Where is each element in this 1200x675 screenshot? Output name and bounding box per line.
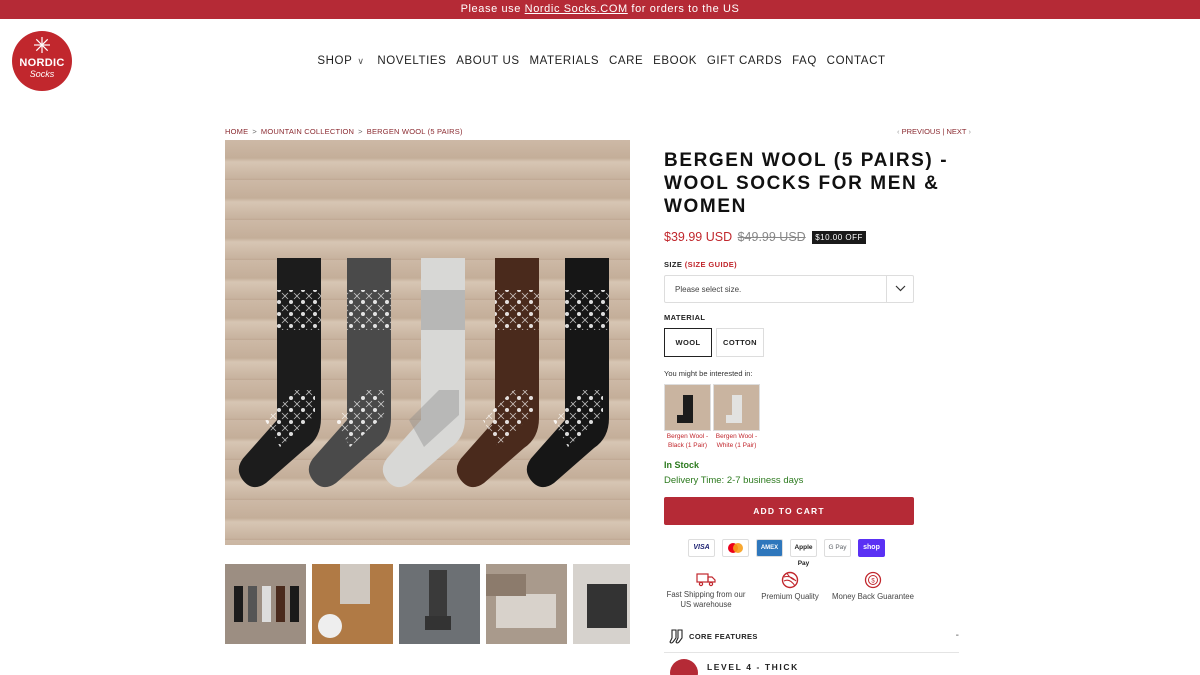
chevron-left-icon: ‹ — [897, 127, 900, 136]
thickness-level-label: LEVEL 4 - THICK — [707, 662, 799, 672]
svg-text:$: $ — [871, 579, 875, 585]
nav-item-materials[interactable]: MATERIALS — [529, 55, 599, 67]
yarn-ball-icon — [781, 571, 799, 589]
feature-fast-shipping: Fast Shipping from our US warehouse — [661, 571, 751, 610]
stock-status: In Stock — [664, 460, 700, 470]
socks-icon — [669, 629, 683, 644]
size-label: SIZE — [664, 260, 683, 269]
related-product-image — [713, 384, 760, 431]
size-select-value: Please select size. — [675, 285, 742, 294]
breadcrumb-separator: > — [358, 127, 363, 136]
size-select[interactable]: Please select size. — [664, 275, 914, 303]
product-pager: ‹ PREVIOUS | NEXT › — [897, 127, 971, 136]
delivery-time: Delivery Time: 2-7 business days — [664, 475, 804, 486]
feature-label: Money Back Guarantee — [832, 592, 914, 601]
socks-illustration — [238, 258, 609, 488]
add-to-cart-button[interactable]: ADD TO CART — [664, 497, 914, 525]
related-product-name: Bergen Wool - White (1 Pair) — [715, 433, 758, 449]
money-back-icon: $ — [864, 571, 882, 589]
product-title: BERGEN WOOL (5 PAIRS) - WOOL SOCKS FOR M… — [664, 150, 949, 217]
announcement-bar: Please use Nordic Socks.COM for orders t… — [0, 0, 1200, 19]
related-product-2[interactable]: Bergen Wool - White (1 Pair) — [713, 384, 760, 450]
nav-item-gift-cards[interactable]: GIFT CARDS — [707, 55, 782, 67]
amex-icon: AMEX — [756, 539, 783, 557]
breadcrumb-collection[interactable]: MOUNTAIN COLLECTION — [261, 127, 354, 136]
chevron-down-icon — [886, 276, 913, 302]
material-label: MATERIAL — [664, 313, 706, 322]
material-option-wool[interactable]: WOOL — [664, 328, 712, 357]
next-link[interactable]: NEXT — [947, 127, 967, 136]
breadcrumb-home[interactable]: HOME — [225, 127, 248, 136]
chevron-down-icon: ∨ — [357, 56, 365, 66]
logo-line-2: Socks — [29, 69, 55, 79]
main-nav: SHOP ∨ NOVELTIES ABOUT US MATERIALS CARE … — [0, 55, 1200, 67]
truck-icon — [696, 573, 716, 587]
thumbnail-image — [425, 570, 451, 630]
thumbnail-strip — [225, 564, 630, 644]
chevron-right-icon: › — [968, 127, 971, 136]
discount-badge: $10.00 OFF — [812, 231, 866, 244]
nav-item-contact[interactable]: CONTACT — [827, 55, 886, 67]
compare-price: $49.99 USD — [737, 230, 806, 244]
feature-label: Fast Shipping from our US warehouse — [666, 590, 746, 609]
snowflake-icon — [34, 37, 50, 53]
announcement-suffix: for orders to the US — [627, 3, 740, 15]
core-features-accordion[interactable]: CORE FEATURES - — [664, 625, 959, 653]
thumbnail-image — [234, 586, 299, 622]
material-option-cotton[interactable]: COTTON — [716, 328, 764, 357]
thumbnail-image — [587, 584, 627, 628]
breadcrumb-separator: > — [252, 127, 257, 136]
nav-item-ebook[interactable]: EBOOK — [653, 55, 697, 67]
main-product-image[interactable] — [225, 140, 630, 545]
price-block: $39.99 USD $49.99 USD $10.00 OFF — [664, 230, 866, 244]
nav-item-care[interactable]: CARE — [609, 55, 643, 67]
sale-price: $39.99 USD — [664, 230, 733, 244]
visa-icon: VISA — [688, 539, 715, 557]
thumbnail-5[interactable] — [573, 564, 630, 644]
pager-divider: | — [942, 127, 945, 136]
feature-premium-quality: Premium Quality — [745, 571, 835, 602]
size-guide-link[interactable]: (SIZE GUIDE) — [685, 260, 737, 269]
thumbnail-image — [486, 574, 556, 628]
nav-item-faq[interactable]: FAQ — [792, 55, 817, 67]
nav-item-about-us[interactable]: ABOUT US — [456, 55, 519, 67]
feature-label: Premium Quality — [761, 592, 819, 601]
shop-pay-icon: shop — [858, 539, 885, 557]
announcement-prefix: Please use — [460, 3, 525, 15]
announcement-link[interactable]: Nordic Socks.COM — [525, 3, 628, 15]
collapse-toggle[interactable]: - — [956, 630, 959, 641]
thumbnail-4[interactable] — [486, 564, 567, 644]
nav-item-novelties[interactable]: NOVELTIES — [377, 55, 446, 67]
thumbnail-image — [318, 564, 370, 638]
thickness-level-icon — [670, 659, 698, 675]
nav-item-label: SHOP — [317, 55, 353, 67]
breadcrumb: HOME > MOUNTAIN COLLECTION > BERGEN WOOL (5 … — [225, 127, 463, 136]
nav-item-shop[interactable]: SHOP ∨ — [314, 55, 367, 67]
previous-link[interactable]: PREVIOUS — [902, 127, 941, 136]
related-product-name: Bergen Wool - Black (1 Pair) — [666, 433, 709, 449]
thumbnail-2[interactable] — [312, 564, 393, 644]
breadcrumb-current[interactable]: BERGEN WOOL (5 PAIRS) — [367, 127, 463, 136]
related-products-label: You might be interested in: — [664, 369, 753, 378]
thumbnail-1[interactable] — [225, 564, 306, 644]
core-features-label: CORE FEATURES — [689, 632, 758, 641]
thumbnail-3[interactable] — [399, 564, 480, 644]
mastercard-icon — [722, 539, 749, 557]
related-product-image — [664, 384, 711, 431]
apple-pay-icon: Apple Pay — [790, 539, 817, 567]
google-pay-icon: G Pay — [824, 539, 851, 557]
feature-money-back: $ Money Back Guarantee — [828, 571, 918, 602]
related-product-1[interactable]: Bergen Wool - Black (1 Pair) — [664, 384, 711, 450]
size-label-row: SIZE (SIZE GUIDE) — [664, 260, 737, 269]
